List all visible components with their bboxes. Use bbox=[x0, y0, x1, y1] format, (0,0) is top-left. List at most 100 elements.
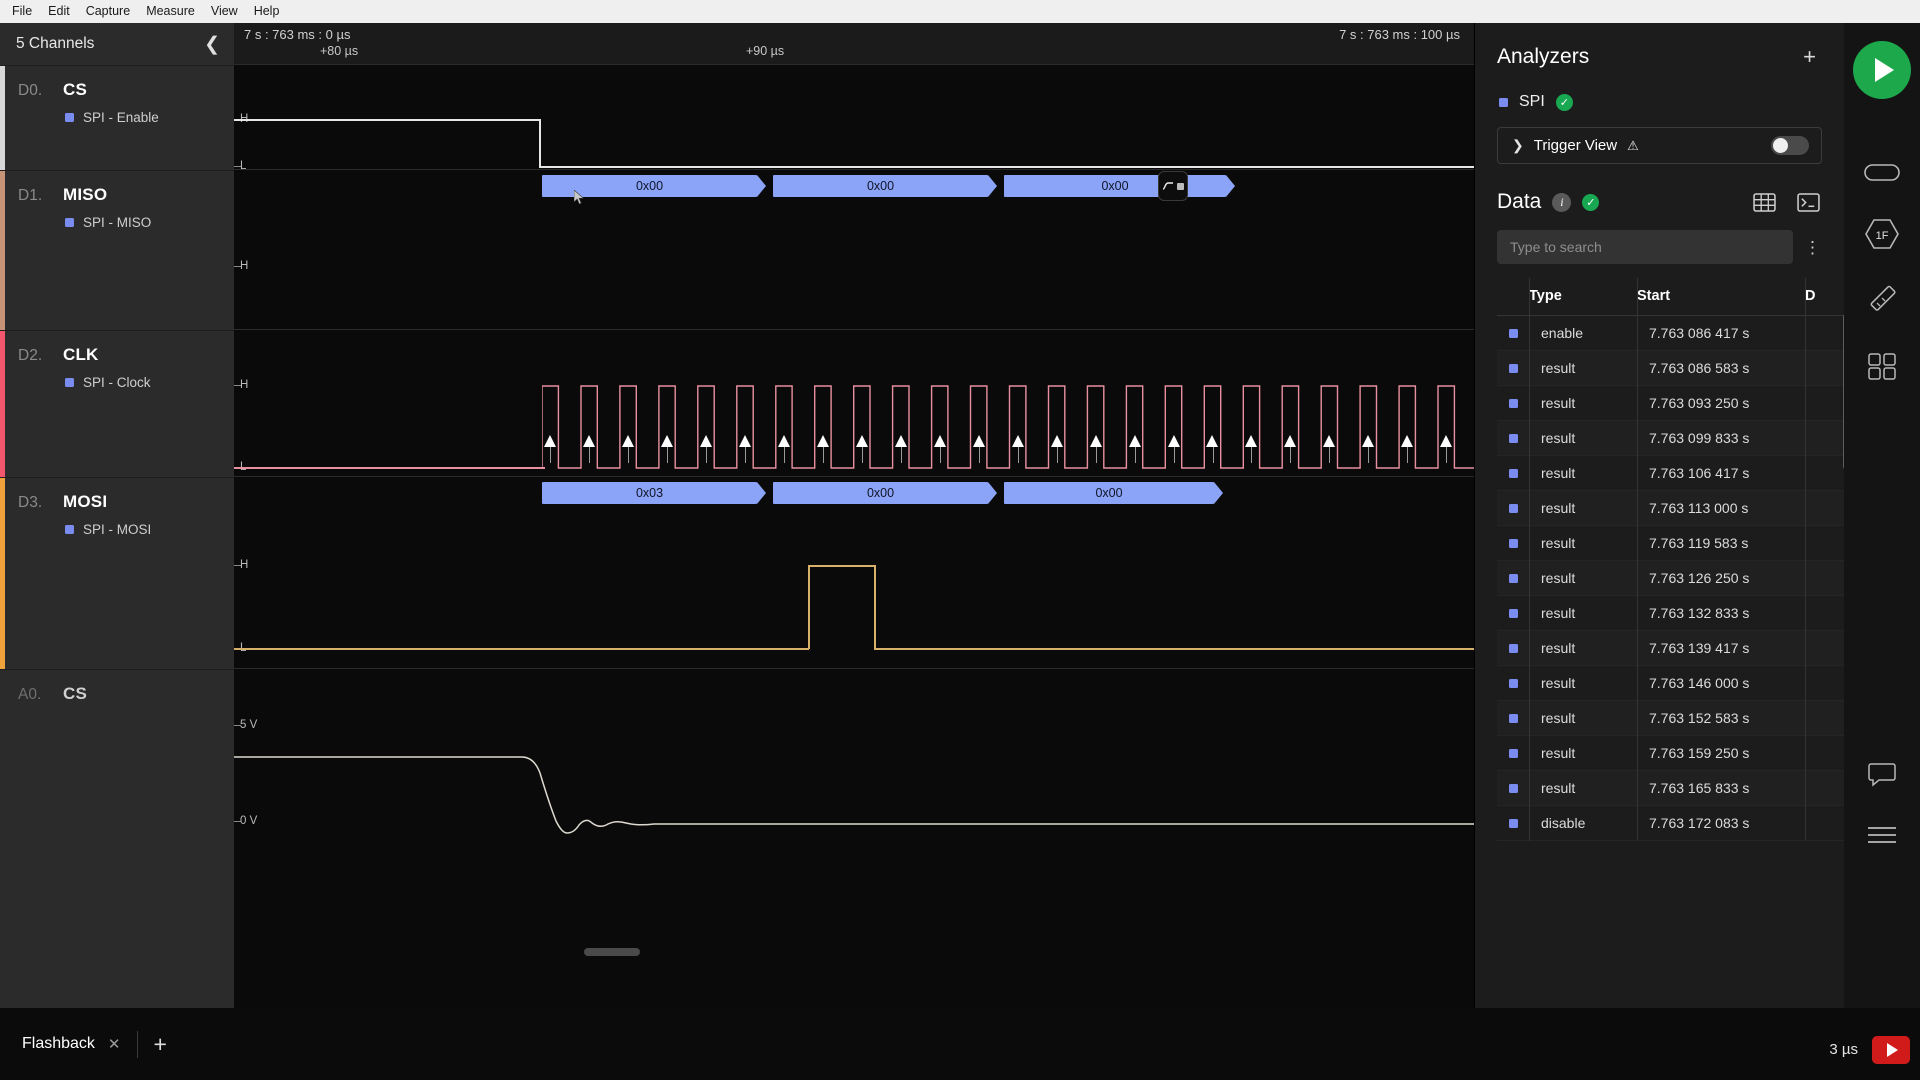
data-table[interactable]: Type Start D enable 7.763 086 417 s result… bbox=[1497, 278, 1848, 841]
data-table-row[interactable]: result 7.763 139 417 s bbox=[1497, 631, 1845, 666]
data-table-row[interactable]: result 7.763 099 833 s bbox=[1497, 421, 1845, 456]
row-color-dot bbox=[1508, 608, 1518, 618]
kebab-menu-icon[interactable]: ⋮ bbox=[1801, 239, 1824, 256]
row-start-cell: 7.763 093 250 s bbox=[1649, 395, 1750, 411]
channel-row-a0[interactable]: A0. CS bbox=[0, 669, 234, 959]
trigger-view-toggle[interactable] bbox=[1771, 136, 1809, 155]
data-table-row[interactable]: result 7.763 165 833 s bbox=[1497, 771, 1845, 806]
data-table-row[interactable]: result 7.763 126 250 s bbox=[1497, 561, 1845, 596]
row-start-cell: 7.763 132 833 s bbox=[1649, 605, 1750, 621]
add-analyzer-button[interactable]: + bbox=[1803, 46, 1816, 68]
terminal-icon[interactable] bbox=[1797, 192, 1820, 212]
data-table-row[interactable]: result 7.763 106 417 s bbox=[1497, 456, 1845, 491]
row-start-cell: 7.763 099 833 s bbox=[1649, 430, 1750, 446]
row-d-cell bbox=[1805, 429, 1845, 447]
clock-edge-stem bbox=[1017, 447, 1019, 463]
miso-packet-2-value: 0x00 bbox=[1101, 179, 1129, 193]
data-table-row[interactable]: result 7.763 152 583 s bbox=[1497, 701, 1845, 736]
curve-glyph bbox=[1162, 182, 1173, 190]
mosi-packet-2[interactable]: 0x00 bbox=[1004, 482, 1223, 504]
row-type-cell: result bbox=[1541, 570, 1576, 586]
data-table-row[interactable]: disable 7.763 172 083 s bbox=[1497, 806, 1845, 841]
blocks-icon[interactable] bbox=[1857, 343, 1907, 389]
channel-row-d1[interactable]: D1. MISO SPI - MISO bbox=[0, 170, 234, 330]
channel-name-d3: MOSI bbox=[63, 492, 108, 511]
search-input[interactable] bbox=[1497, 230, 1793, 264]
timeline-end-label: 7 s : 763 ms : 100 µs bbox=[1339, 27, 1460, 42]
menu-item-edit[interactable]: Edit bbox=[41, 2, 77, 21]
timeline-ruler[interactable]: 7 s : 763 ms : 0 µs 7 s : 763 ms : 100 µ… bbox=[234, 23, 1474, 65]
horizontal-scrollbar[interactable] bbox=[584, 948, 640, 956]
chevron-right-icon[interactable]: ❯ bbox=[1512, 137, 1524, 154]
column-header-type[interactable]: Type bbox=[1529, 278, 1637, 315]
data-table-body[interactable]: enable 7.763 086 417 s result 7.763 086 583… bbox=[1497, 316, 1845, 841]
data-table-row[interactable]: result 7.763 159 250 s bbox=[1497, 736, 1845, 771]
data-table-row[interactable]: result 7.763 146 000 s bbox=[1497, 666, 1845, 701]
waveform-lane-clk[interactable]: H L bbox=[234, 330, 1474, 477]
tab-flashback[interactable]: Flashback ✕ bbox=[22, 1035, 135, 1053]
record-play-button[interactable] bbox=[1872, 1036, 1910, 1064]
channel-id-d2: D2. bbox=[18, 347, 43, 364]
miso-packet-1[interactable]: 0x00 bbox=[773, 175, 997, 197]
list-icon[interactable] bbox=[1857, 812, 1907, 858]
menu-item-file[interactable]: File bbox=[5, 2, 39, 21]
channel-row-d0[interactable]: D0. CS SPI - Enable bbox=[0, 65, 234, 170]
data-table-row[interactable]: result 7.763 132 833 s bbox=[1497, 596, 1845, 631]
waveform-lane-mosi[interactable]: H L 0x03 0x00 0x00 bbox=[234, 477, 1474, 669]
mosi-packet-1[interactable]: 0x00 bbox=[773, 482, 997, 504]
packet-arrow-icon bbox=[988, 482, 997, 504]
clock-edge-stem bbox=[822, 447, 824, 463]
miso-packet-0-value: 0x00 bbox=[635, 179, 664, 193]
analyzer-color-dot-d0 bbox=[65, 113, 74, 122]
clock-edge-marker bbox=[1245, 435, 1258, 447]
waveform-measure-icon[interactable] bbox=[1158, 171, 1188, 201]
info-icon[interactable]: i bbox=[1552, 192, 1572, 212]
ruler-icon[interactable] bbox=[1857, 277, 1907, 323]
comment-icon[interactable] bbox=[1857, 752, 1907, 798]
row-color-dot bbox=[1508, 713, 1518, 723]
clock-edge-stem bbox=[1251, 447, 1253, 463]
start-capture-button[interactable] bbox=[1853, 41, 1911, 99]
analyzer-item-spi[interactable]: SPI ✓ bbox=[1475, 69, 1844, 111]
waveform-lane-analog-cs[interactable]: 5 V 0 V bbox=[234, 669, 1474, 959]
row-start-cell: 7.763 086 417 s bbox=[1649, 325, 1750, 341]
row-type-cell: result bbox=[1541, 430, 1576, 446]
row-color-dot-cell bbox=[1497, 748, 1529, 758]
channel-row-d3[interactable]: D3. MOSI SPI - MOSI bbox=[0, 477, 234, 669]
waveform-lane-miso[interactable]: H L 0x00 0x00 0x00 bbox=[234, 170, 1474, 371]
menu-item-help[interactable]: Help bbox=[247, 2, 287, 21]
clock-edge-stem bbox=[1368, 447, 1370, 463]
data-table-row[interactable]: result 7.763 119 583 s bbox=[1497, 526, 1845, 561]
data-table-row[interactable]: result 7.763 093 250 s bbox=[1497, 386, 1845, 421]
menu-item-capture[interactable]: Capture bbox=[79, 2, 137, 21]
clock-edge-marker bbox=[972, 435, 985, 447]
column-header-start[interactable]: Start bbox=[1637, 278, 1805, 315]
mosi-packet-0[interactable]: 0x03 bbox=[542, 482, 766, 504]
row-color-dot bbox=[1508, 643, 1518, 653]
column-header-d[interactable]: D bbox=[1805, 278, 1845, 315]
data-table-row[interactable]: result 7.763 113 000 s bbox=[1497, 491, 1845, 526]
packet-arrow-icon bbox=[757, 175, 766, 197]
menu-item-view[interactable]: View bbox=[204, 2, 245, 21]
menu-item-measure[interactable]: Measure bbox=[139, 2, 202, 21]
clock-edge-stem bbox=[706, 447, 707, 463]
channel-row-d2[interactable]: D2. CLK SPI - Clock bbox=[0, 330, 234, 477]
data-table-row[interactable]: enable 7.763 086 417 s bbox=[1497, 316, 1845, 351]
miso-packet-2[interactable]: 0x00 bbox=[1004, 175, 1235, 197]
clock-edge-marker bbox=[583, 435, 596, 447]
row-start-cell: 7.763 146 000 s bbox=[1649, 675, 1750, 691]
waveform-lane-cs[interactable]: H L bbox=[234, 65, 1474, 172]
row-d-cell bbox=[1805, 639, 1845, 657]
hex-1f-icon[interactable]: 1F bbox=[1857, 211, 1907, 257]
waveform-area[interactable]: 7 s : 763 ms : 0 µs 7 s : 763 ms : 100 µ… bbox=[234, 23, 1474, 1008]
trigger-view-row[interactable]: ❯ Trigger View ⚠ bbox=[1497, 127, 1822, 164]
analyzer-color-dot-d1 bbox=[65, 218, 74, 227]
chevron-left-icon[interactable]: ❮ bbox=[204, 35, 220, 54]
device-icon[interactable] bbox=[1857, 149, 1907, 195]
table-grid-icon[interactable] bbox=[1753, 192, 1776, 212]
mouse-cursor bbox=[574, 190, 585, 205]
close-icon[interactable]: ✕ bbox=[108, 1035, 121, 1053]
channel-name-d2: CLK bbox=[63, 345, 99, 364]
data-table-row[interactable]: result 7.763 086 583 s bbox=[1497, 351, 1845, 386]
add-tab-button[interactable]: + bbox=[154, 1032, 167, 1056]
